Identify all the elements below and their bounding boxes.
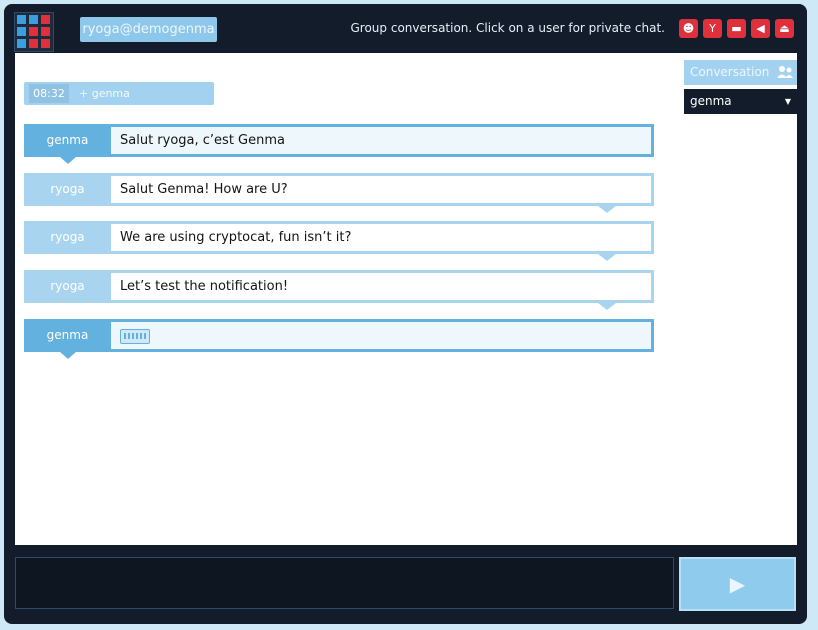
- message-text: Let’s test the notification!: [111, 270, 654, 303]
- status-text: Group conversation. Click on a user for …: [350, 21, 666, 35]
- bubble-tail: [598, 206, 616, 213]
- message-row: ryoga We are using cryptocat, fun isn’t …: [24, 221, 654, 261]
- bubble-tail: [60, 352, 76, 359]
- user-nickname: ryoga@demogenma: [80, 17, 217, 42]
- bubble-tail: [598, 303, 616, 310]
- message-text: Salut Genma! How are U?: [111, 173, 654, 206]
- sound-icon[interactable]: ◀: [751, 19, 770, 38]
- message-text: Salut ryoga, c’est Genma: [111, 124, 654, 157]
- app-window: ryoga@demogenma Group conversation. Clic…: [4, 4, 807, 624]
- bubble-tail: [598, 254, 616, 261]
- join-notice: 08:32 + genma: [24, 82, 214, 105]
- message-row: ryoga Salut Genma! How are U?: [24, 173, 654, 213]
- conversation-panel: 08:32 + genma genma Salut ryoga, c’est G…: [15, 53, 801, 545]
- message-row: genma Salut ryoga, c’est Genma: [24, 124, 654, 164]
- join-time: 08:32: [29, 84, 69, 103]
- user-list-item-genma[interactable]: genma ▼: [684, 89, 801, 114]
- logout-icon[interactable]: ⏏: [775, 19, 794, 38]
- typing-indicator: [111, 319, 654, 352]
- message-row: ryoga Let’s test the notification!: [24, 270, 654, 310]
- message-input[interactable]: [15, 557, 674, 609]
- users-icon: [777, 66, 793, 78]
- message-sender[interactable]: ryoga: [24, 270, 111, 303]
- join-text: + genma: [79, 87, 130, 100]
- notification-icon[interactable]: ▬: [727, 19, 746, 38]
- avatar-icon[interactable]: ☻: [679, 19, 698, 38]
- filter-icon[interactable]: Y: [703, 19, 722, 38]
- header-icons: ☻ Y ▬ ◀ ⏏: [679, 19, 794, 38]
- send-button[interactable]: ▶: [679, 557, 796, 611]
- message-sender[interactable]: genma: [24, 124, 111, 157]
- message-sender[interactable]: ryoga: [24, 173, 111, 206]
- typing-row: genma: [24, 319, 654, 359]
- bubble-tail: [60, 157, 76, 164]
- message-sender[interactable]: ryoga: [24, 221, 111, 254]
- conversation-tab[interactable]: Conversation: [684, 60, 797, 85]
- cryptocat-logo: [14, 12, 54, 52]
- conversation-label: Conversation: [690, 65, 770, 79]
- chevron-down-icon: ▼: [784, 97, 791, 106]
- message-text: We are using cryptocat, fun isn’t it?: [111, 221, 654, 254]
- user-list-label: genma: [690, 94, 732, 108]
- keyboard-icon: [120, 329, 150, 344]
- message-sender[interactable]: genma: [24, 319, 111, 352]
